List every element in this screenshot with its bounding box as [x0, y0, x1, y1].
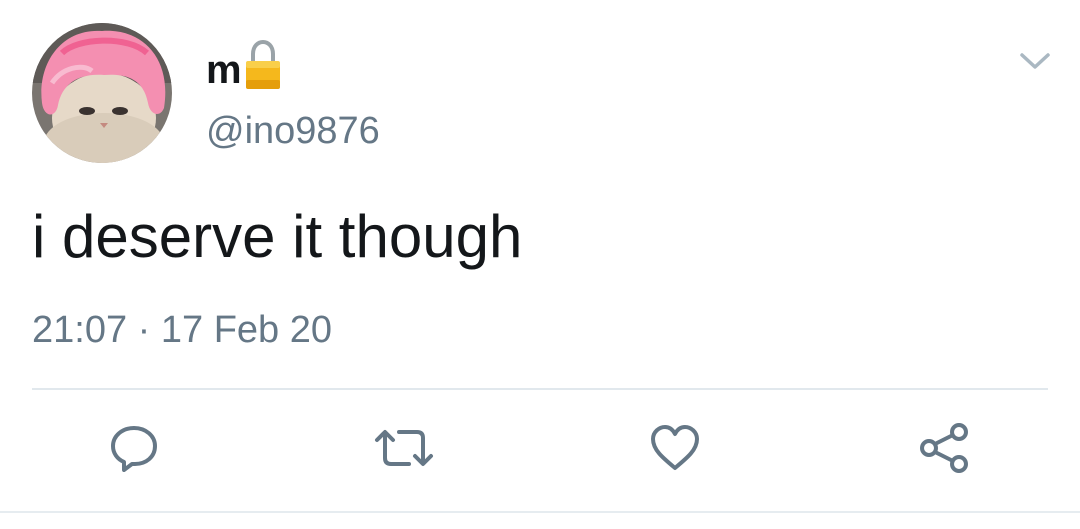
divider — [0, 511, 1080, 513]
share-icon — [918, 422, 970, 479]
like-button[interactable] — [645, 420, 705, 480]
divider — [32, 388, 1048, 390]
reply-button[interactable] — [104, 420, 164, 480]
lock-icon — [244, 39, 282, 95]
avatar[interactable] — [32, 23, 172, 163]
display-name[interactable]: m — [206, 50, 242, 90]
tweet-timestamp[interactable]: 21:07 · 17 Feb 20 — [32, 311, 332, 349]
tweet-text: i deserve it though — [32, 203, 523, 270]
like-icon — [649, 424, 701, 477]
user-handle[interactable]: @ino9876 — [206, 112, 380, 150]
chevron-down-icon[interactable] — [1018, 50, 1052, 77]
reply-icon — [108, 424, 160, 477]
retweet-icon — [373, 426, 435, 475]
share-button[interactable] — [914, 420, 974, 480]
retweet-button[interactable] — [374, 420, 434, 480]
display-name-row: m — [206, 39, 282, 95]
